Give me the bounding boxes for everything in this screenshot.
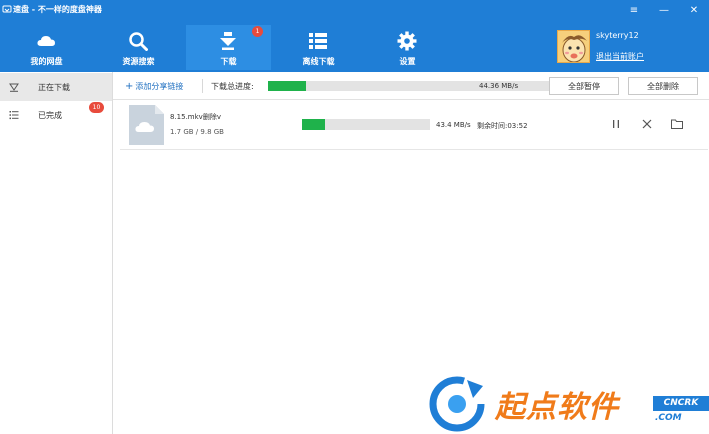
avatar[interactable] xyxy=(557,30,590,63)
minimize-icon: — xyxy=(659,4,669,16)
task-progress-bar xyxy=(302,119,430,130)
menu-button[interactable]: ≡ xyxy=(625,2,643,18)
nav-label: 我的网盘 xyxy=(30,57,63,66)
downloading-icon xyxy=(9,83,19,92)
task-progress-fill xyxy=(302,119,326,130)
list-icon xyxy=(9,111,19,120)
file-name: 8.15.mkv删除v xyxy=(170,113,221,121)
gear-icon xyxy=(397,31,417,51)
watermark-text: 起点软件 xyxy=(495,390,619,425)
task-remaining-time: 剩余时间:03:52 xyxy=(477,122,528,130)
total-progress-label: 下载总进度: xyxy=(211,82,254,91)
avatar-image xyxy=(558,31,589,62)
username: skyterry12 xyxy=(596,31,639,40)
delete-all-button[interactable]: 全部删除 xyxy=(628,77,698,95)
add-share-link-label: 添加分享链接 xyxy=(135,82,184,91)
close-icon: ✕ xyxy=(689,4,699,16)
nav-label: 设置 xyxy=(399,57,416,66)
close-icon xyxy=(642,119,652,129)
nav-download[interactable]: 1 下载 xyxy=(186,25,271,70)
nav-my-disk[interactable]: 我的网盘 xyxy=(4,25,89,70)
list-grid-icon xyxy=(309,33,327,49)
minimize-button[interactable]: — xyxy=(655,2,673,18)
nav-label: 离线下载 xyxy=(302,57,335,66)
file-size: 1.7 GB / 9.8 GB xyxy=(170,128,224,136)
nav-label: 下载 xyxy=(220,57,237,66)
pause-task-button[interactable] xyxy=(609,117,623,131)
sidebar-item-label: 已完成 xyxy=(38,111,62,120)
watermark-logo-icon xyxy=(429,376,485,432)
nav-resource-search[interactable]: 资源搜索 xyxy=(96,25,181,70)
open-folder-button[interactable] xyxy=(670,117,684,131)
watermark: 起点软件 CNCRK .COM xyxy=(425,372,709,434)
nav-offline-download[interactable]: 离线下载 xyxy=(276,25,361,70)
sidebar-item-completed[interactable]: 已完成 10 xyxy=(0,101,112,129)
download-icon xyxy=(220,32,236,50)
plus-icon: + xyxy=(125,81,134,92)
pause-icon xyxy=(613,120,619,128)
download-count-badge: 1 xyxy=(252,26,263,37)
delete-task-button[interactable] xyxy=(640,117,654,131)
completed-count-badge: 10 xyxy=(89,102,104,113)
app-header: 速盘 - 不一样的度盘神器 ≡ — ✕ 我的网盘 资源搜索 1 下载 离线下载 … xyxy=(0,0,709,72)
nav-label: 资源搜索 xyxy=(122,57,155,66)
menu-icon: ≡ xyxy=(629,4,639,16)
total-progress-fill xyxy=(268,81,307,91)
add-share-link-button[interactable]: + 添加分享链接 xyxy=(125,81,183,92)
cloud-icon xyxy=(37,36,55,46)
total-speed: 44.36 MB/s xyxy=(479,82,519,90)
sidebar-item-label: 正在下载 xyxy=(38,83,70,92)
nav-settings[interactable]: 设置 xyxy=(365,25,450,70)
download-toolbar: + 添加分享链接 下载总进度: 44.36 MB/s 全部暂停 全部删除 xyxy=(113,72,709,100)
logout-link[interactable]: 退出当前账户 xyxy=(596,51,644,62)
folder-icon xyxy=(671,119,683,129)
sidebar: 正在下载 已完成 10 xyxy=(0,72,113,434)
file-cloud-icon xyxy=(129,105,164,145)
toolbar-divider xyxy=(202,79,203,93)
sidebar-item-downloading[interactable]: 正在下载 xyxy=(0,73,112,101)
task-speed: 43.4 MB/s xyxy=(436,121,471,129)
total-progress-bar xyxy=(268,81,587,91)
close-button[interactable]: ✕ xyxy=(685,2,703,18)
window-title: 速盘 - 不一样的度盘神器 xyxy=(13,5,102,14)
table-row[interactable]: 8.15.mkv删除v 1.7 GB / 9.8 GB 43.4 MB/s 剩余… xyxy=(120,100,708,150)
title-bar: 速盘 - 不一样的度盘神器 ≡ — ✕ xyxy=(0,0,709,20)
pause-all-button[interactable]: 全部暂停 xyxy=(549,77,619,95)
app-logo-icon xyxy=(2,5,12,13)
watermark-tag: CNCRK xyxy=(653,396,709,411)
search-icon xyxy=(129,32,148,51)
watermark-domain: .COM xyxy=(655,413,682,423)
